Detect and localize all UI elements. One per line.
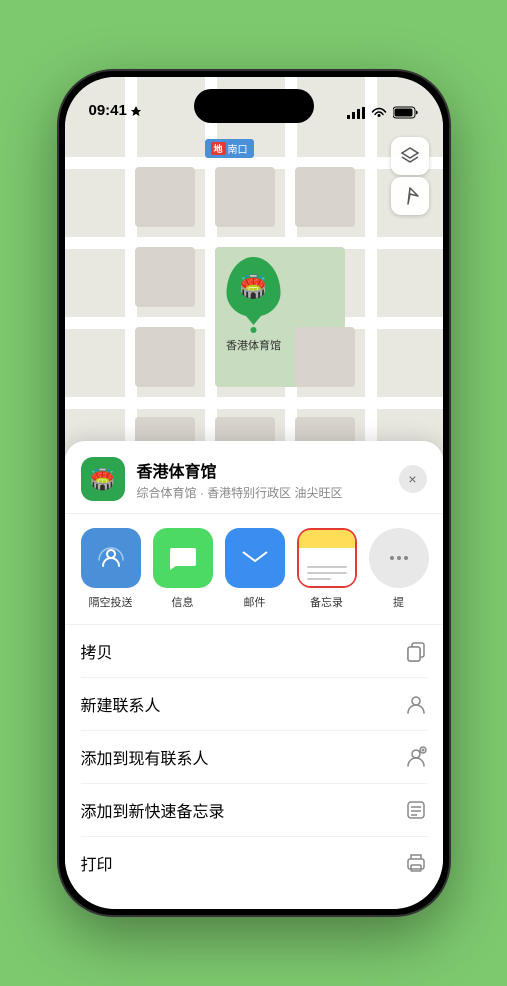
messages-icon-wrap [153,528,213,588]
venue-thumb-icon: 🏟️ [90,467,115,492]
share-item-notes[interactable]: 备忘录 [297,528,357,610]
map-layers-button[interactable] [391,137,429,175]
venue-marker[interactable]: 🏟️ 香港体育馆 [226,257,281,353]
venue-subtitle: 综合体育馆 · 香港特别行政区 油尖旺区 [137,484,399,501]
quick-note-label: 添加到新快速备忘录 [81,798,225,822]
notes-line [307,578,331,580]
add-existing-label: 添加到现有联系人 [81,745,209,769]
mail-icon [239,542,271,574]
battery-icon [393,106,419,119]
person-plus-icon [405,746,427,768]
action-row-print[interactable]: 打印 [81,837,427,889]
phone-screen: 09:41 [65,77,443,909]
subway-label: 地 南口 [205,139,254,158]
notes-line [307,572,347,574]
mail-label: 邮件 [244,594,266,610]
venue-thumbnail: 🏟️ [81,457,125,501]
airdrop-label: 隔空投送 [89,594,133,610]
venue-header: 🏟️ 香港体育馆 综合体育馆 · 香港特别行政区 油尖旺区 × [65,441,443,514]
share-item-airdrop[interactable]: 隔空投送 [81,528,141,610]
venue-info: 香港体育馆 综合体育馆 · 香港特别行政区 油尖旺区 [137,458,399,501]
close-button[interactable]: × [399,465,427,493]
messages-icon [167,542,199,574]
mail-icon-wrap [225,528,285,588]
share-item-messages[interactable]: 信息 [153,528,213,610]
share-item-mail[interactable]: 邮件 [225,528,285,610]
copy-label: 拷贝 [81,639,113,663]
signal-icon [347,107,365,119]
messages-label: 信息 [172,594,194,610]
bottom-sheet: 🏟️ 香港体育馆 综合体育馆 · 香港特别行政区 油尖旺区 × [65,441,443,909]
action-row-copy[interactable]: 拷贝 [81,625,427,678]
time-display: 09:41 [89,102,127,119]
share-row: 隔空投送 信息 [65,514,443,625]
venue-marker-name: 香港体育馆 [226,337,281,353]
layers-icon [400,146,420,166]
venue-dot [251,327,257,333]
print-icon [405,852,427,874]
status-icons [347,106,419,119]
status-time: 09:41 [89,102,142,119]
airdrop-icon [95,542,127,574]
new-contact-label: 新建联系人 [81,692,161,716]
subway-label-text: 南口 [228,141,248,156]
marker-pin: 🏟️ [227,257,281,317]
notes-icon-wrap [297,528,357,588]
more-icon-wrap [369,528,429,588]
airdrop-icon-wrap [81,528,141,588]
print-label: 打印 [81,851,113,875]
wifi-icon [371,107,387,119]
map-controls [391,137,429,215]
map-block [215,167,275,227]
location-active-icon [130,105,142,117]
venue-marker-icon: 🏟️ [240,274,267,300]
close-icon: × [408,471,416,487]
copy-icon [405,640,427,662]
venue-title: 香港体育馆 [137,458,399,482]
action-list: 拷贝 新建联系人 添加到现有联 [65,625,443,889]
map-block [135,167,195,227]
dynamic-island [194,89,314,123]
map-block [295,167,355,227]
notes-label: 备忘录 [310,594,343,610]
more-label: 提 [393,594,404,610]
note-icon [405,799,427,821]
more-icon [369,528,429,588]
location-arrow-icon [401,187,419,205]
dots-icon [387,546,411,570]
map-location-button[interactable] [391,177,429,215]
map-block [135,327,195,387]
map-block [295,327,355,387]
action-row-quick-note[interactable]: 添加到新快速备忘录 [81,784,427,837]
map-block [135,247,195,307]
action-row-add-existing[interactable]: 添加到现有联系人 [81,731,427,784]
action-row-new-contact[interactable]: 新建联系人 [81,678,427,731]
notes-icon [299,530,355,586]
share-item-more[interactable]: 提 [369,528,429,610]
phone-frame: 09:41 [59,71,449,915]
notes-line [307,566,347,568]
person-add-icon [405,693,427,715]
road [65,397,443,409]
